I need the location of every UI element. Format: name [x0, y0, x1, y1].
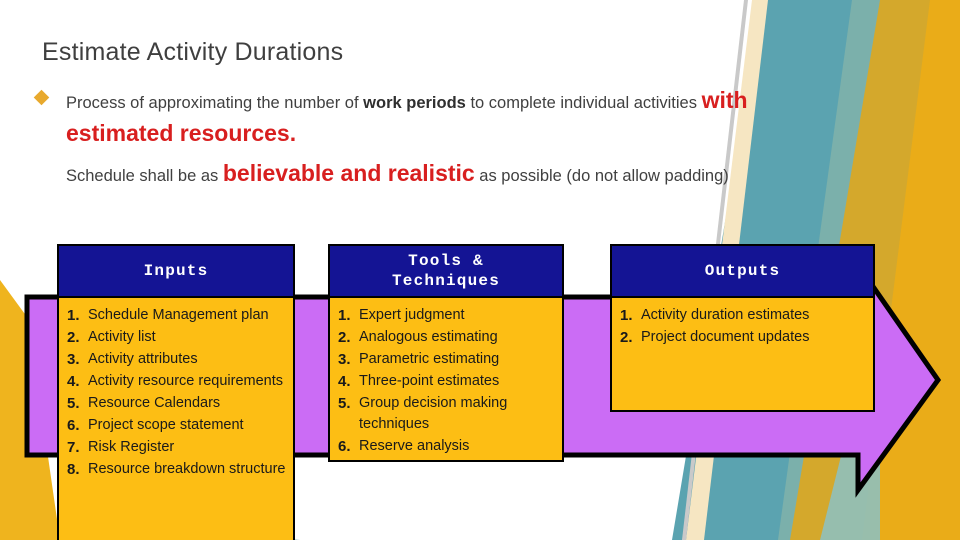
list-item-label: Reserve analysis [359, 438, 470, 455]
list-item-number: 2. [67, 329, 80, 347]
list-item: 1. Expert judgment [338, 305, 556, 326]
list-item-label: Resource breakdown structure [88, 461, 286, 478]
tools-and-techniques-list: 1. Expert judgment 2. Analogous estimating… [338, 305, 556, 457]
list-item-label: Expert judgment [359, 307, 465, 323]
list-item: 6. Reserve analysis [338, 436, 556, 457]
outputs-header: Outputs [610, 244, 875, 298]
list-item-number: 3. [67, 351, 80, 369]
bullet-paragraph-1: Process of approximating the number of w… [33, 84, 836, 149]
list-item: 4. Three-point estimates [338, 371, 556, 392]
list-item-label: Three-point estimates [359, 373, 500, 390]
list-item-number: 8. [67, 461, 80, 479]
paragraph-1-part-1: Process of approximating the number of [66, 94, 364, 112]
tools-header-line-1: Tools & [408, 252, 484, 270]
outputs-list: 1. Activity duration estimates 2. Project … [620, 305, 867, 348]
list-item-number: 7. [67, 439, 80, 457]
list-item-label: Activity list [88, 329, 156, 346]
list-item-number: 3. [338, 351, 351, 369]
paragraph-1-part-2: to complete individual activities [465, 94, 702, 112]
list-item-number: 5. [338, 395, 351, 413]
tools-and-techniques-box: Tools & Techniques 1. Expert judgment 2. A… [328, 244, 564, 462]
inputs-list: 1. Schedule Management plan 2. Activity li… [67, 305, 287, 480]
diamond-bullet-icon [33, 89, 50, 106]
list-item-label: Parametric estimating [359, 351, 500, 368]
list-item-label: Risk Register [88, 439, 175, 456]
paragraph-2-part-1: Schedule shall be as [66, 167, 223, 185]
list-item-label: Analogous estimating [359, 329, 498, 346]
paragraph-2-text: Schedule shall be as believable and real… [66, 156, 856, 191]
outputs-body: 1. Activity duration estimates 2. Project … [610, 298, 875, 412]
paragraph-2-emphasis-1: believable and realistic [222, 160, 475, 186]
inputs-box: Inputs 1. Schedule Management plan 2. Acti… [57, 244, 295, 540]
list-item-number: 4. [338, 373, 351, 391]
page-title: Estimate Activity Durations [42, 38, 344, 66]
list-item-number: 1. [620, 307, 633, 324]
list-item: 1. Activity duration estimates [620, 305, 867, 326]
list-item: 2. Activity list [67, 327, 287, 348]
list-item: 5. Resource Calendars [67, 393, 287, 414]
tools-and-techniques-header: Tools & Techniques [328, 244, 564, 298]
tools-header-line-2: Techniques [391, 272, 500, 290]
list-item-number: 2. [338, 329, 351, 347]
paragraph-2-part-2: as possible (do not allow padding) [474, 167, 729, 185]
outputs-box: Outputs 1. Activity duration estimates 2.… [610, 244, 875, 412]
inputs-header: Inputs [57, 244, 295, 298]
list-item-number: 6. [67, 417, 80, 435]
list-item-label: Activity attributes [88, 351, 198, 368]
slide-canvas: Estimate Activity Durations Process of a… [0, 0, 960, 540]
list-item: 3. Activity attributes [67, 349, 287, 370]
list-item: 5. Group decision making techniques [338, 393, 556, 435]
list-item-number: 1. [67, 307, 80, 324]
list-item: 7. Risk Register [67, 437, 287, 458]
list-item-number: 1. [338, 307, 351, 324]
list-item: 3. Parametric estimating [338, 349, 556, 370]
inputs-body: 1. Schedule Management plan 2. Activity li… [57, 298, 295, 540]
paragraph-1-emphasis-1: work periods [363, 94, 466, 112]
list-item: 6. Project scope statement [67, 415, 287, 436]
list-item: 8. Resource breakdown structure [67, 459, 287, 480]
list-item-number: 2. [620, 329, 633, 347]
tools-and-techniques-body: 1. Expert judgment 2. Analogous estimating… [328, 298, 564, 462]
list-item-label: Activity resource requirements [88, 373, 284, 390]
list-item-label: Activity duration estimates [641, 307, 810, 323]
list-item-label: Project document updates [641, 329, 810, 346]
list-item-label: Project scope statement [88, 417, 244, 434]
paragraph-1-text: Process of approximating the number of w… [66, 84, 836, 149]
list-item: 4. Activity resource requirements [67, 371, 287, 392]
list-item-label: Schedule Management plan [88, 307, 269, 323]
list-item-number: 6. [338, 438, 351, 456]
list-item: 2. Project document updates [620, 327, 867, 348]
list-item-number: 4. [67, 373, 80, 391]
list-item-label: Resource Calendars [88, 395, 221, 412]
list-item: 1. Schedule Management plan [67, 305, 287, 326]
list-item-label: Group decision making techniques [359, 395, 508, 433]
list-item: 2. Analogous estimating [338, 327, 556, 348]
list-item-number: 5. [67, 395, 80, 413]
